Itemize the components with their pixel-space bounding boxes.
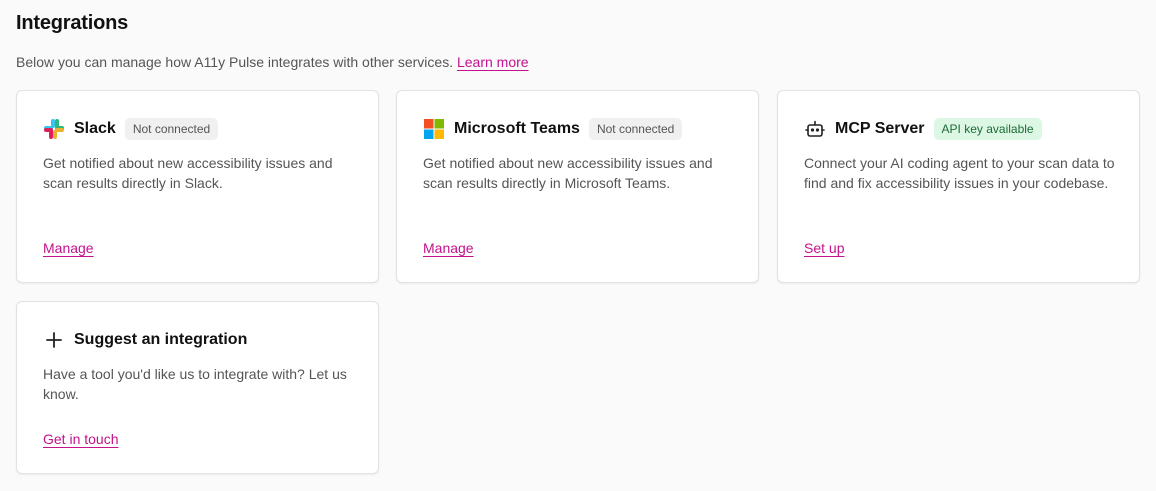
- card-title: Microsoft Teams: [454, 120, 580, 137]
- plus-icon: [43, 329, 65, 351]
- slack-icon: [43, 118, 65, 140]
- card-header: Microsoft Teams Not connected: [423, 117, 683, 141]
- card-title: Suggest an integration: [74, 331, 248, 348]
- page-title: Integrations: [16, 12, 129, 34]
- set-up-mcp-link[interactable]: Set up: [804, 240, 844, 256]
- integrations-page: Integrations Below you can manage how A1…: [0, 0, 1156, 491]
- card-header: Slack Not connected: [43, 117, 219, 141]
- card-description: Get notified about new accessibility iss…: [43, 155, 333, 191]
- status-badge: Not connected: [588, 118, 683, 140]
- get-in-touch-link[interactable]: Get in touch: [43, 431, 119, 447]
- integration-card-slack: Slack Not connected Get notified about n…: [16, 90, 379, 283]
- integration-card-mcp-server: MCP Server API key available Connect you…: [777, 90, 1140, 283]
- intro-description: Below you can manage how A11y Pulse inte…: [16, 54, 454, 70]
- integration-card-microsoft-teams: Microsoft Teams Not connected Get notifi…: [396, 90, 759, 283]
- card-title: MCP Server: [835, 120, 925, 137]
- card-header: Suggest an integration: [43, 328, 247, 352]
- manage-teams-link[interactable]: Manage: [423, 240, 474, 256]
- microsoft-teams-icon: [423, 118, 445, 140]
- card-title: Slack: [74, 120, 116, 137]
- card-description: Have a tool you'd like us to integrate w…: [43, 366, 347, 402]
- card-description: Get notified about new accessibility iss…: [423, 155, 713, 191]
- robot-icon: [804, 118, 826, 140]
- learn-more-link[interactable]: Learn more: [457, 54, 529, 70]
- status-badge: API key available: [933, 118, 1042, 140]
- card-header: MCP Server API key available: [804, 117, 1042, 141]
- suggest-integration-card: Suggest an integration Have a tool you'd…: [16, 301, 379, 474]
- intro-text: Below you can manage how A11y Pulse inte…: [16, 54, 529, 70]
- card-description: Connect your AI coding agent to your sca…: [804, 155, 1115, 191]
- status-badge: Not connected: [124, 118, 219, 140]
- manage-slack-link[interactable]: Manage: [43, 240, 94, 256]
